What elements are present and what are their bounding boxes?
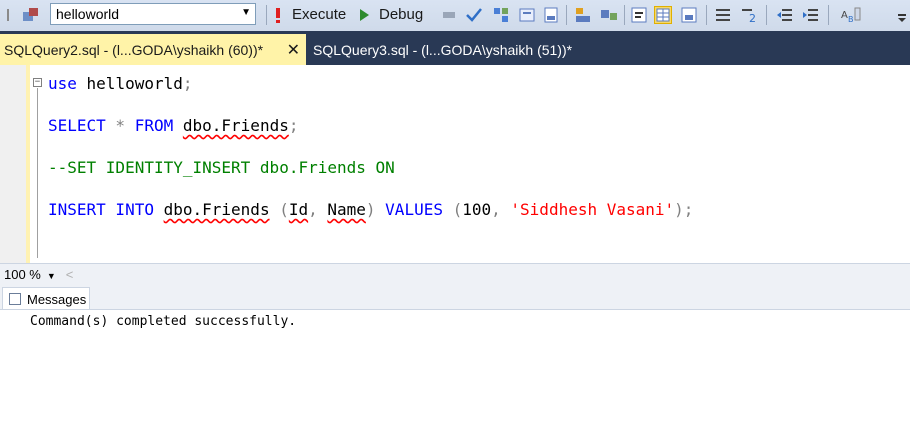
editor-status-bar: 100 % ▼ <	[0, 263, 910, 286]
toolbar-separator	[266, 5, 267, 25]
results-to-file-grid-icon[interactable]	[680, 6, 698, 24]
tab-label: SQLQuery3.sql - (l...GODA\yshaikh (51))*	[313, 41, 573, 58]
scroll-left-icon[interactable]: <	[66, 267, 74, 282]
tab-sqlquery2[interactable]: SQLQuery2.sql - (l...GODA\yshaikh (60))*…	[0, 34, 306, 65]
toolbar-separator	[828, 5, 829, 25]
debug-icon[interactable]	[357, 6, 371, 24]
results-to-text-icon[interactable]	[630, 6, 648, 24]
uncomment-lines-icon[interactable]: 2	[740, 6, 758, 25]
execute-icon[interactable]	[272, 6, 284, 24]
toolbar-separator	[766, 5, 767, 25]
svg-text:B: B	[848, 15, 854, 24]
decrease-indent-icon[interactable]	[776, 6, 794, 24]
toolbar: helloworld ▼ Execute Debug 2 A B	[0, 0, 910, 32]
tab-messages[interactable]: Messages	[2, 287, 90, 311]
toolbar-separator	[706, 5, 707, 25]
zoom-select[interactable]: 100 % ▼ <	[4, 267, 73, 282]
code-line-3[interactable]: --SET IDENTITY_INSERT dbo.Friends ON	[48, 158, 395, 177]
estimated-plan-icon[interactable]	[492, 6, 510, 24]
tab-messages-label: Messages	[27, 292, 87, 307]
chevron-down-icon: ▼	[241, 7, 251, 18]
code-line-2[interactable]: SELECT * FROM dbo.Friends;	[48, 116, 298, 135]
change-connection-icon[interactable]	[22, 6, 40, 24]
messages-icon	[9, 293, 21, 305]
toolbar-separator	[566, 5, 567, 25]
database-select-value: helloworld	[56, 6, 120, 22]
zoom-level: 100 %	[4, 267, 41, 282]
tab-sqlquery3[interactable]: SQLQuery3.sql - (l...GODA\yshaikh (51))*	[313, 34, 572, 65]
query-options-icon[interactable]	[518, 6, 536, 24]
debug-button[interactable]: Debug	[379, 6, 423, 23]
increase-indent-icon[interactable]	[802, 6, 820, 24]
close-icon[interactable]: ✕	[287, 40, 300, 60]
toolbar-separator	[624, 5, 625, 25]
include-plan-icon[interactable]	[600, 6, 618, 24]
collapse-icon[interactable]: −	[33, 78, 42, 87]
change-tracking-bar	[26, 65, 30, 263]
document-tab-bar: SQLQuery2.sql - (l...GODA\yshaikh (60))*…	[0, 31, 910, 65]
code-line-4[interactable]: INSERT INTO dbo.Friends (Id, Name) VALUE…	[48, 200, 693, 219]
intellisense-icon[interactable]	[574, 6, 592, 24]
chevron-down-icon: ▼	[46, 271, 56, 281]
toolbar-overflow-icon[interactable]	[896, 6, 908, 24]
cancel-query-icon[interactable]	[440, 6, 458, 24]
tab-label: SQLQuery2.sql - (l...GODA\yshaikh (60))*	[4, 41, 264, 58]
messages-pane[interactable]: Command(s) completed successfully.	[0, 309, 910, 445]
specify-template-values-icon[interactable]: AB	[840, 6, 862, 24]
results-to-file-icon[interactable]	[542, 6, 560, 24]
database-select[interactable]: helloworld ▼	[50, 3, 256, 25]
svg-text:A: A	[841, 10, 848, 21]
outline-line	[37, 88, 38, 258]
parse-icon[interactable]	[465, 6, 483, 24]
query-editor[interactable]: − use helloworld; SELECT * FROM dbo.Frie…	[0, 65, 910, 263]
execute-button[interactable]: Execute	[292, 6, 346, 23]
results-tab-bar: Messages	[0, 285, 910, 311]
svg-text:2: 2	[749, 12, 756, 24]
comment-lines-icon[interactable]	[714, 6, 732, 24]
results-to-grid-icon[interactable]	[654, 6, 672, 24]
code-line-1[interactable]: use helloworld;	[48, 74, 193, 93]
sort-icon[interactable]	[4, 6, 14, 24]
result-message: Command(s) completed successfully.	[30, 314, 297, 329]
